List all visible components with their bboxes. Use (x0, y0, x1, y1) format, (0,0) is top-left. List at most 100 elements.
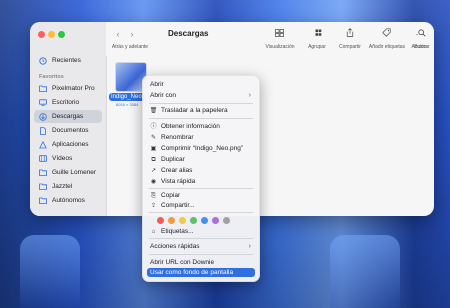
tag-color-blue[interactable] (201, 217, 208, 224)
menu-item-open[interactable]: Abrir (147, 80, 255, 89)
sidebar-item-desktop[interactable]: Escritorio (34, 96, 102, 109)
trash-icon: 🗑 (149, 108, 158, 114)
search-label: Buscar (414, 44, 430, 50)
film-icon (39, 155, 47, 162)
tag-color-purple[interactable] (212, 217, 219, 224)
sidebar-item-label: Pixelmator Pro (52, 85, 95, 92)
grid-icon (275, 29, 284, 37)
share-button[interactable] (340, 27, 360, 41)
close-window-button[interactable] (38, 31, 45, 38)
sidebar-item-downloads[interactable]: Descargas (34, 110, 102, 123)
forward-button[interactable]: › (126, 27, 138, 41)
menu-item-alias[interactable]: ↗ Crear alias (147, 166, 255, 175)
menu-item-rename[interactable]: ✎ Renombrar (147, 133, 255, 142)
finder-toolbar: ‹ › Atrás y adelante Descargas Visualiza… (106, 22, 434, 56)
group-grid-icon (315, 29, 322, 36)
menu-separator (149, 212, 253, 213)
wallpaper-stripe (330, 235, 400, 308)
tag-color-green[interactable] (190, 217, 197, 224)
menu-separator (149, 103, 253, 104)
sidebar-item-label: Aplicaciones (52, 141, 89, 148)
zoom-window-button[interactable] (58, 31, 65, 38)
menu-item-open-with[interactable]: Abrir con › (147, 91, 255, 100)
menu-item-get-info[interactable]: ⓘ Obtener información (147, 122, 255, 131)
sidebar-item-jazztel[interactable]: Jazztel (34, 180, 102, 193)
sidebar-item-pixelmator[interactable]: Pixelmator Pro (34, 82, 102, 95)
window-title: Descargas (168, 29, 209, 38)
sidebar-item-label: Vídeos (52, 155, 73, 162)
duplicate-icon: ⧉ (151, 157, 156, 163)
document-icon (39, 127, 47, 135)
sidebar-item-guille[interactable]: Guille Lomener (34, 166, 102, 179)
minimize-window-button[interactable] (48, 31, 55, 38)
sidebar-item-label: Escritorio (52, 99, 80, 106)
sidebar-item-recents[interactable]: Recientes (34, 54, 102, 67)
tag-icon (381, 28, 391, 37)
menu-item-open-url-downie[interactable]: Abrir URL con Downie (147, 258, 255, 267)
archive-icon: ▣ (150, 146, 157, 152)
info-icon: ⓘ (150, 124, 157, 130)
tag-color-red[interactable] (157, 217, 164, 224)
folder-icon (39, 197, 47, 204)
tag-color-yellow[interactable] (179, 217, 186, 224)
sidebar-item-autonomos[interactable]: Autónomos (34, 194, 102, 207)
wallpaper-stripe (20, 235, 80, 308)
group-label: Agrupar (308, 44, 326, 50)
search-icon (418, 29, 426, 37)
download-icon (39, 113, 47, 121)
clock-icon (39, 57, 47, 65)
chevron-right-icon: › (248, 92, 251, 99)
nav-label: Atrás y adelante (111, 44, 149, 50)
sidebar-section-favorites: Favoritos (39, 74, 64, 80)
folder-icon (39, 85, 47, 92)
view-label: Visualización (265, 44, 295, 50)
menu-item-quick-look[interactable]: ◉ Vista rápida (147, 177, 255, 186)
tags-button[interactable] (376, 27, 396, 41)
folder-icon (39, 183, 47, 190)
sidebar-item-label: Guille Lomener (52, 169, 97, 176)
chevron-right-icon: › (248, 243, 251, 250)
tag-color-orange[interactable] (168, 217, 175, 224)
sidebar-item-label: Descargas (52, 113, 84, 120)
menu-item-set-wallpaper[interactable]: Usar como fondo de pantalla (147, 268, 255, 277)
tag-icon: ⌂ (151, 229, 156, 235)
group-button[interactable] (310, 27, 330, 41)
view-button[interactable] (270, 27, 290, 41)
menu-item-share[interactable]: ⇪ Compartir... (147, 201, 255, 210)
tag-color-gray[interactable] (223, 217, 230, 224)
menu-separator (149, 238, 253, 239)
menu-separator (149, 118, 253, 119)
sidebar-item-label: Recientes (52, 57, 81, 64)
tags-label: Añadir etiquetas (368, 44, 406, 50)
eye-icon: ◉ (150, 179, 157, 185)
menu-item-copy[interactable]: ⎘ Copiar (147, 191, 255, 200)
sidebar-item-applications[interactable]: Aplicaciones (34, 138, 102, 151)
menu-item-tags[interactable]: ⌂ Etiquetas... (147, 227, 255, 236)
sidebar-item-videos[interactable]: Vídeos (34, 152, 102, 165)
desktop-icon (39, 99, 47, 106)
menu-separator (149, 254, 253, 255)
finder-sidebar: Recientes Favoritos Pixelmator Pro Escri… (30, 22, 107, 216)
menu-separator (149, 188, 253, 189)
copy-icon: ⎘ (151, 193, 156, 199)
sidebar-item-label: Jazztel (52, 183, 73, 190)
pencil-icon: ✎ (150, 135, 157, 141)
share-icon: ⇪ (150, 203, 157, 209)
sidebar-item-label: Autónomos (52, 197, 85, 204)
menu-item-duplicate[interactable]: ⧉ Duplicar (147, 155, 255, 164)
file-name[interactable]: Indigo_Neo. (109, 93, 146, 101)
back-button[interactable]: ‹ (112, 27, 124, 41)
menu-item-trash[interactable]: 🗑 Trasladar a la papelera (147, 106, 255, 115)
sidebar-item-label: Documentos (52, 127, 89, 134)
context-menu: Abrir Abrir con › 🗑 Trasladar a la papeler… (142, 75, 260, 282)
search-button[interactable] (412, 27, 432, 41)
file-dimensions: 6016 × 3384 (116, 102, 139, 107)
alias-arrow-icon: ↗ (150, 168, 157, 174)
applications-icon (39, 140, 47, 149)
share-label: Compartir (339, 44, 361, 50)
sidebar-item-documents[interactable]: Documentos (34, 124, 102, 137)
share-icon (346, 28, 354, 37)
menu-item-quick-actions[interactable]: Acciones rápidas › (147, 242, 255, 251)
folder-icon (39, 169, 47, 176)
menu-item-compress[interactable]: ▣ Comprimir “Indigo_Neo.png” (147, 144, 255, 153)
